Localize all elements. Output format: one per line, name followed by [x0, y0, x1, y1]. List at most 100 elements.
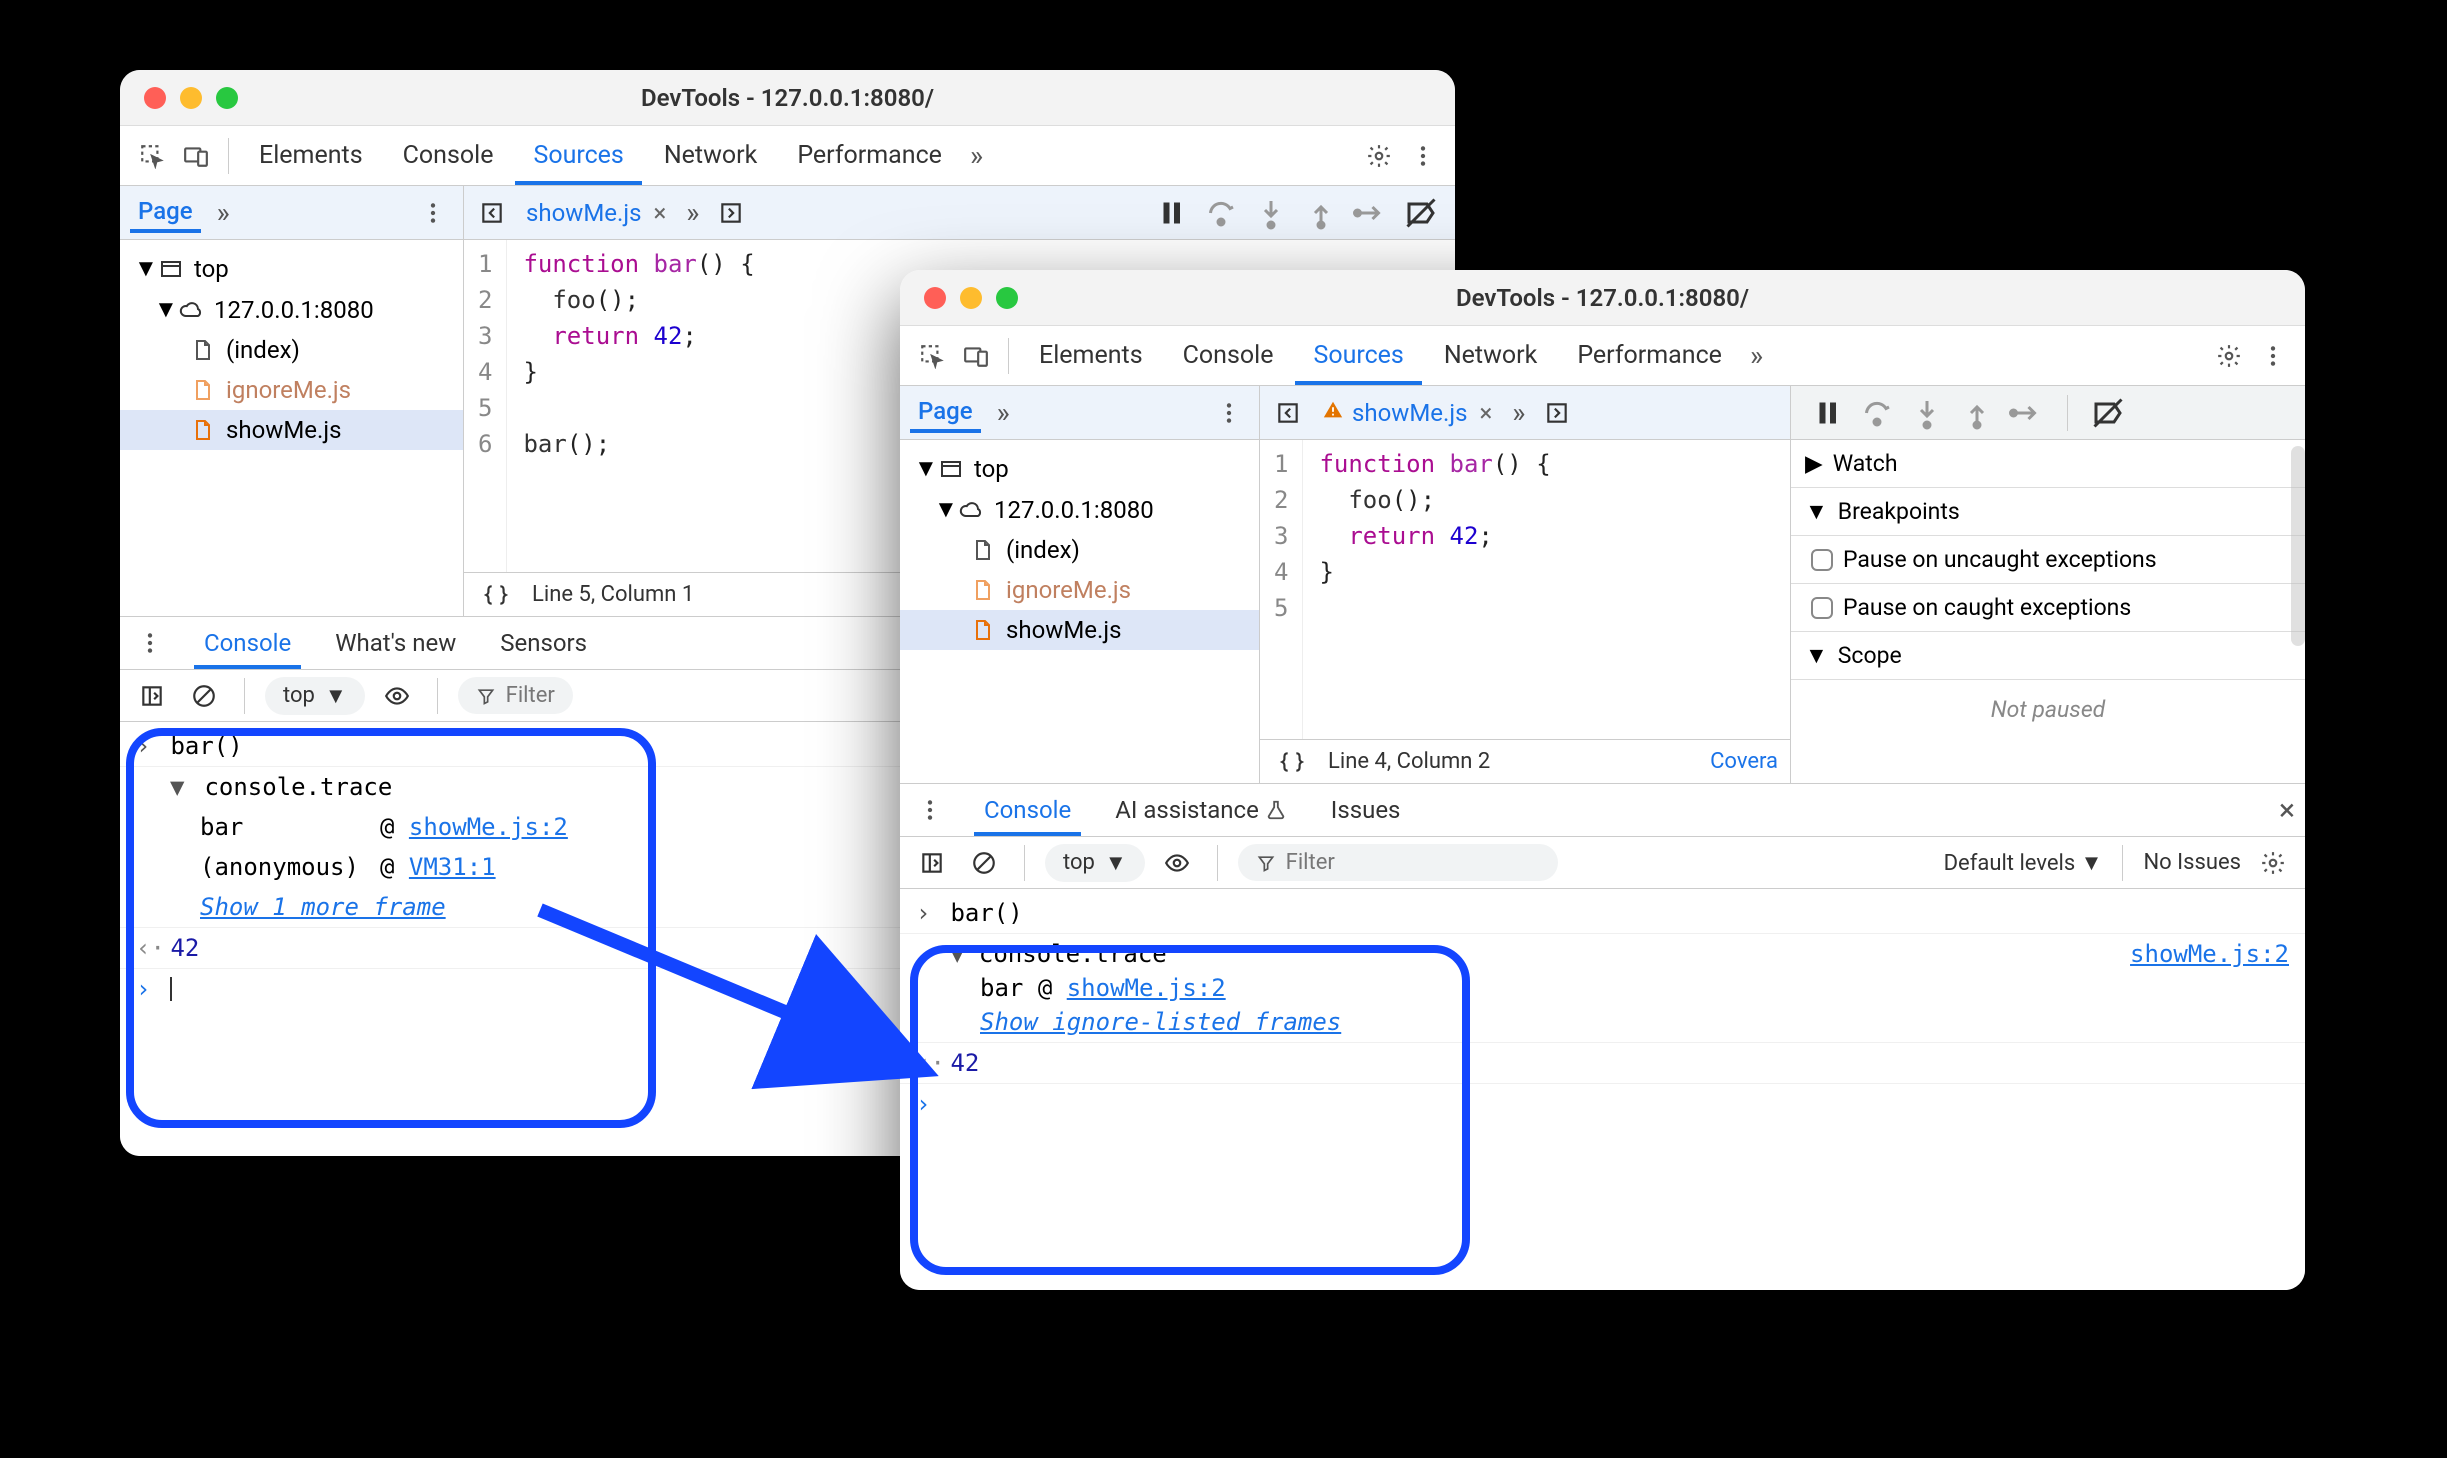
pretty-print-icon[interactable] [1272, 742, 1312, 782]
gear-icon[interactable] [2253, 843, 2293, 883]
step-over-icon[interactable] [1859, 395, 1895, 431]
tree-top[interactable]: ▼top [120, 248, 463, 289]
editor-tab[interactable]: showMe.js× [1314, 399, 1500, 427]
tab-sources[interactable]: Sources [515, 126, 641, 185]
pretty-print-icon[interactable] [476, 575, 516, 615]
checkbox[interactable] [1811, 597, 1833, 619]
deactivate-breakpoints-icon[interactable] [2090, 395, 2126, 431]
pause-icon[interactable] [1809, 395, 1845, 431]
tab-network[interactable]: Network [1426, 326, 1555, 385]
filter-input[interactable]: Filter [1238, 844, 1558, 881]
tree-file-ignoreme[interactable]: ignoreMe.js [120, 370, 463, 410]
device-toggle-icon[interactable] [176, 136, 216, 176]
code-editor[interactable]: 12345 function bar() { foo(); return 42;… [1260, 440, 1790, 739]
tree-top[interactable]: ▼top [900, 448, 1259, 489]
gear-icon[interactable] [1359, 136, 1399, 176]
tree-file-showme[interactable]: showMe.js [120, 410, 463, 450]
pause-icon[interactable] [1153, 195, 1189, 231]
pause-uncaught-row[interactable]: Pause on uncaught exceptions [1791, 536, 2305, 584]
nav-next-icon[interactable] [1537, 393, 1577, 433]
scrollbar[interactable] [2291, 446, 2305, 646]
sidebar-toggle-icon[interactable] [132, 676, 172, 716]
console-trace-header[interactable]: ▼ console.trace [950, 940, 1341, 968]
tab-performance[interactable]: Performance [1559, 326, 1740, 385]
eye-icon[interactable] [1157, 843, 1197, 883]
watch-section[interactable]: ▶Watch [1791, 440, 2305, 488]
tab-elements[interactable]: Elements [241, 126, 381, 185]
editor-tab[interactable]: showMe.js× [518, 199, 674, 227]
context-selector[interactable]: top ▼ [1045, 844, 1145, 882]
frame-location-link[interactable]: showMe.js:2 [1067, 974, 1226, 1002]
context-selector[interactable]: top ▼ [265, 677, 365, 715]
checkbox[interactable] [1811, 549, 1833, 571]
tree-origin[interactable]: ▼127.0.0.1:8080 [120, 289, 463, 330]
clear-console-icon[interactable] [964, 843, 1004, 883]
kebab-icon[interactable] [910, 790, 950, 830]
page-tab[interactable]: Page [910, 393, 981, 433]
page-tab[interactable]: Page [130, 193, 201, 233]
nav-prev-icon[interactable] [472, 193, 512, 233]
kebab-icon[interactable] [2253, 336, 2293, 376]
step-icon[interactable] [1353, 195, 1389, 231]
zoom-icon[interactable] [216, 87, 238, 109]
step-out-icon[interactable] [1303, 195, 1339, 231]
show-more-frames[interactable]: Show ignore-listed frames [950, 1002, 1341, 1036]
tree-file-ignoreme[interactable]: ignoreMe.js [900, 570, 1259, 610]
minimize-icon[interactable] [180, 87, 202, 109]
frame-location-link[interactable]: VM31:1 [409, 853, 496, 881]
more-tabs-icon[interactable]: » [1744, 339, 1769, 372]
more-editor-tabs-icon[interactable]: » [680, 196, 705, 229]
step-over-icon[interactable] [1203, 195, 1239, 231]
more-tabs-icon[interactable]: » [964, 139, 989, 172]
tab-network[interactable]: Network [646, 126, 775, 185]
show-more-link[interactable]: Show 1 more frame [200, 893, 446, 921]
close-tab-icon[interactable]: × [1479, 399, 1492, 427]
drawer-tab-issues[interactable]: Issues [1321, 784, 1411, 836]
deactivate-breakpoints-icon[interactable] [1403, 195, 1439, 231]
more-editor-tabs-icon[interactable]: » [1506, 396, 1531, 429]
console-prompt[interactable]: › [900, 1084, 2305, 1124]
zoom-icon[interactable] [996, 287, 1018, 309]
eye-icon[interactable] [377, 676, 417, 716]
tree-file-index[interactable]: (index) [900, 530, 1259, 570]
tab-console[interactable]: Console [385, 126, 512, 185]
more-page-tabs-icon[interactable]: » [211, 196, 236, 229]
filter-input[interactable]: Filter [458, 677, 573, 714]
more-page-tabs-icon[interactable]: » [991, 396, 1016, 429]
kebab-icon[interactable] [1403, 136, 1443, 176]
scope-section[interactable]: ▼Scope [1791, 632, 2305, 680]
gear-icon[interactable] [2209, 336, 2249, 376]
tab-performance[interactable]: Performance [779, 126, 960, 185]
inspect-icon[interactable] [132, 136, 172, 176]
close-icon[interactable] [924, 287, 946, 309]
tree-file-index[interactable]: (index) [120, 330, 463, 370]
clear-console-icon[interactable] [184, 676, 224, 716]
drawer-tab-console[interactable]: Console [974, 784, 1081, 836]
step-out-icon[interactable] [1959, 395, 1995, 431]
tab-elements[interactable]: Elements [1021, 326, 1161, 385]
frame-location-link[interactable]: showMe.js:2 [409, 813, 568, 841]
trace-source-link[interactable]: showMe.js:2 [2130, 940, 2289, 968]
close-icon[interactable] [144, 87, 166, 109]
tree-origin[interactable]: ▼127.0.0.1:8080 [900, 489, 1259, 530]
inspect-icon[interactable] [912, 336, 952, 376]
step-icon[interactable] [2009, 395, 2045, 431]
tab-console[interactable]: Console [1165, 326, 1292, 385]
sidebar-toggle-icon[interactable] [912, 843, 952, 883]
issues-label[interactable]: No Issues [2143, 850, 2241, 875]
show-more-link[interactable]: Show ignore-listed frames [980, 1008, 1341, 1036]
kebab-icon[interactable] [130, 623, 170, 663]
kebab-icon[interactable] [1209, 393, 1249, 433]
drawer-tab-sensors[interactable]: Sensors [490, 617, 597, 669]
step-into-icon[interactable] [1253, 195, 1289, 231]
levels-selector[interactable]: Default levels ▼ [1944, 850, 2103, 876]
close-drawer-icon[interactable]: × [2279, 793, 2295, 828]
close-tab-icon[interactable]: × [653, 199, 666, 227]
console-call-row[interactable]: › bar() [900, 893, 2305, 934]
breakpoints-section[interactable]: ▼Breakpoints [1791, 488, 2305, 536]
tab-sources[interactable]: Sources [1295, 326, 1421, 385]
kebab-icon[interactable] [413, 193, 453, 233]
minimize-icon[interactable] [960, 287, 982, 309]
device-toggle-icon[interactable] [956, 336, 996, 376]
nav-next-icon[interactable] [711, 193, 751, 233]
